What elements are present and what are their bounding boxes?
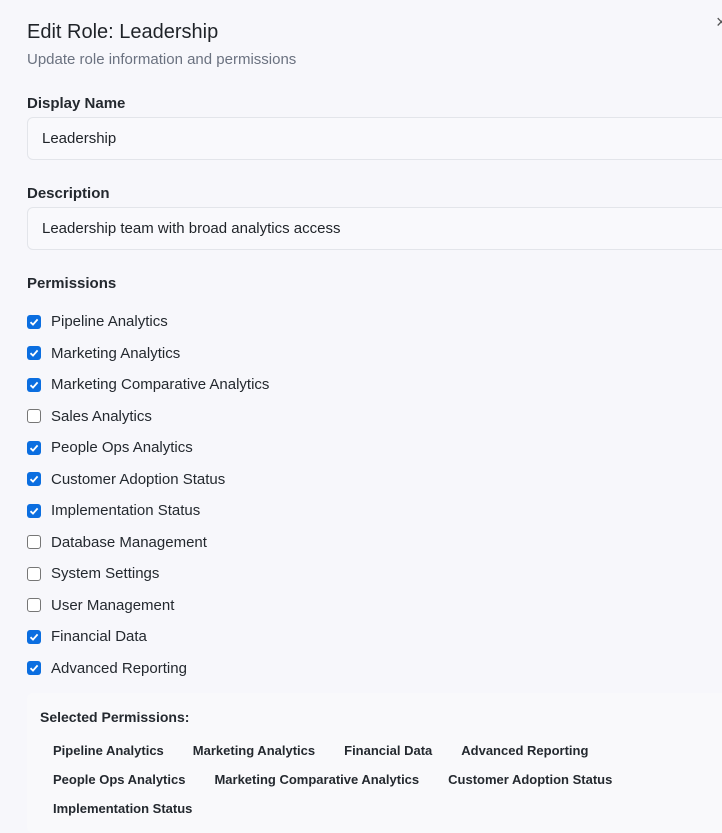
- permission-label: Customer Adoption Status: [51, 470, 226, 488]
- permission-badge: Marketing Comparative Analytics: [214, 772, 420, 787]
- permission-badge: Advanced Reporting: [461, 743, 589, 758]
- permission-item[interactable]: Advanced Reporting: [27, 653, 269, 685]
- permission-item[interactable]: Pipeline Analytics: [27, 306, 269, 338]
- checkmark-icon: [29, 633, 39, 641]
- permission-badge: People Ops Analytics: [53, 772, 186, 787]
- permission-item[interactable]: Implementation Status: [27, 495, 269, 527]
- permissions-list: Pipeline Analytics Marketing Analytics Mar…: [27, 306, 269, 684]
- permission-item[interactable]: Database Management: [27, 527, 269, 559]
- permission-item[interactable]: People Ops Analytics: [27, 432, 269, 464]
- checkbox-checked[interactable]: [27, 314, 41, 329]
- checkmark-icon: [29, 381, 39, 389]
- permission-badge: Customer Adoption Status: [448, 772, 613, 787]
- selected-permissions-panel: Selected Permissions: Pipeline Analytics…: [27, 693, 722, 833]
- checkbox-checked[interactable]: [27, 503, 41, 518]
- dialog-title: Edit Role: Leadership: [27, 21, 219, 43]
- checkmark-icon: [29, 665, 39, 673]
- checkmark-icon: [29, 507, 39, 515]
- checkbox-checked[interactable]: [27, 661, 41, 676]
- permission-label: Sales Analytics: [51, 407, 152, 425]
- permission-item[interactable]: User Management: [27, 590, 269, 622]
- checkbox-checked[interactable]: [27, 472, 41, 487]
- permission-label: Marketing Analytics: [51, 344, 181, 362]
- permission-badge: Pipeline Analytics: [53, 743, 164, 758]
- permission-item[interactable]: Marketing Comparative Analytics: [27, 369, 269, 401]
- permission-item[interactable]: Marketing Analytics: [27, 338, 269, 370]
- checkmark-icon: [29, 444, 39, 452]
- permission-item[interactable]: Financial Data: [27, 621, 269, 653]
- permission-badge: Implementation Status: [53, 801, 193, 816]
- permissions-label: Permissions: [27, 275, 117, 292]
- checkmark-icon: [29, 476, 39, 484]
- permission-label: System Settings: [51, 565, 160, 583]
- checkbox-unchecked[interactable]: [27, 409, 41, 424]
- selected-permissions-title: Selected Permissions:: [40, 709, 190, 725]
- permission-item[interactable]: Sales Analytics: [27, 401, 269, 433]
- display-name-input[interactable]: Leadership: [27, 117, 722, 160]
- permission-label: Advanced Reporting: [51, 659, 187, 677]
- permission-badge: Marketing Analytics: [192, 743, 316, 758]
- permission-label: Implementation Status: [51, 502, 201, 520]
- checkmark-icon: [29, 350, 39, 358]
- close-icon[interactable]: ×: [716, 12, 722, 33]
- permission-label: Pipeline Analytics: [51, 313, 168, 331]
- checkbox-unchecked[interactable]: [27, 535, 41, 550]
- description-input[interactable]: Leadership team with broad analytics acc…: [27, 207, 722, 250]
- checkbox-unchecked[interactable]: [27, 566, 41, 581]
- permission-label: Marketing Comparative Analytics: [51, 376, 270, 394]
- checkbox-checked[interactable]: [27, 346, 41, 361]
- dialog-subtitle: Update role information and permissions: [27, 51, 297, 68]
- description-label: Description: [27, 185, 110, 202]
- permission-label: User Management: [51, 596, 175, 614]
- permission-item[interactable]: System Settings: [27, 558, 269, 590]
- display-name-label: Display Name: [27, 95, 126, 112]
- permission-badge: Financial Data: [344, 743, 433, 758]
- checkbox-checked[interactable]: [27, 377, 41, 392]
- permission-label: Financial Data: [51, 628, 147, 646]
- permission-label: People Ops Analytics: [51, 439, 193, 457]
- checkbox-checked[interactable]: [27, 440, 41, 455]
- selected-permissions-badges: Pipeline Analytics Marketing Analytics Fin…: [40, 736, 640, 823]
- permission-label: Database Management: [51, 533, 207, 551]
- checkbox-checked[interactable]: [27, 629, 41, 644]
- checkbox-unchecked[interactable]: [27, 598, 41, 613]
- permission-item[interactable]: Customer Adoption Status: [27, 464, 269, 496]
- checkmark-icon: [29, 318, 39, 326]
